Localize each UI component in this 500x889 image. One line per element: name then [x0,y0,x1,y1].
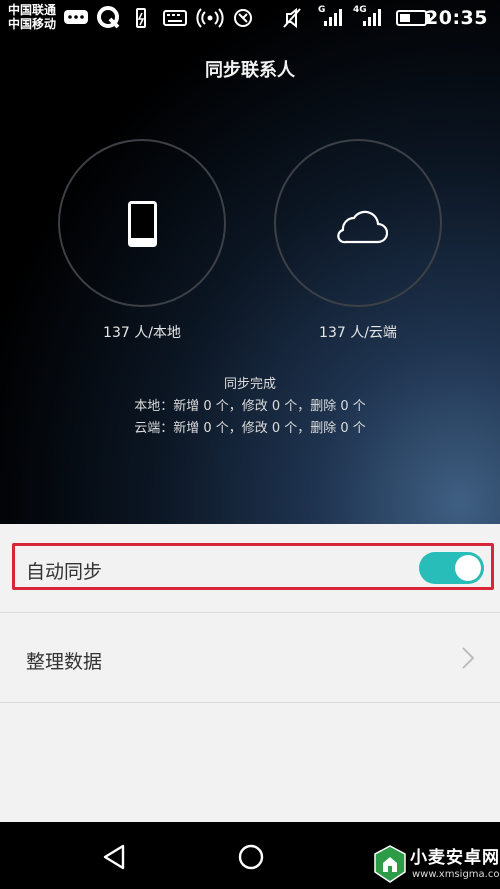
keyboard-icon [163,10,187,26]
local-contacts-circle [58,139,226,307]
chevron-right-icon [462,647,475,669]
row-divider [0,702,500,703]
watermark-title: 小麦安卓网 [410,848,500,868]
watermark: 小麦安卓网 www.xmsigma.com [372,842,500,886]
carrier-names: 中国联通 中国移动 [8,3,56,31]
sync-status-text: 同步完成 [223,377,276,392]
q-app-icon [97,6,120,29]
cloud-detail-text: 云端：新增 0 个，修改 0 个，删除 0 个 [134,421,366,436]
page-title: 同步联系人 [205,60,295,81]
signal-1-icon [324,9,342,26]
status-bar: 中国联通 中国移动 G 4G 20:35 [0,0,500,36]
nfc-icon [234,9,252,27]
organize-data-label: 整理数据 [26,651,103,673]
signal-2-icon [363,9,381,26]
organize-data-row[interactable]: 整理数据 [0,613,500,702]
back-triangle-icon[interactable] [102,844,126,870]
sync-header-area: 中国联通 中国移动 G 4G 20:35 同步联系人 137 人/本地 137 … [0,0,500,524]
cloud-contacts-circle [274,139,442,307]
battery-fill [400,14,410,22]
battery-saver-icon [136,8,146,28]
message-icon [64,10,88,24]
carrier-2: 中国移动 [8,17,57,31]
phone-icon [128,201,157,247]
cloud-count-label: 137 人/云端 [319,325,397,341]
auto-sync-toggle[interactable] [419,552,484,584]
local-detail-text: 本地：新增 0 个，修改 0 个，删除 0 个 [134,399,366,414]
mute-icon [283,7,301,29]
sync-status-block: 同步完成 本地：新增 0 个，修改 0 个，删除 0 个 云端：新增 0 个，修… [0,374,500,440]
watermark-logo-icon [374,845,406,883]
cloud-icon [337,210,388,244]
watermark-url: www.xmsigma.com [412,869,500,880]
toggle-knob [455,555,481,581]
home-circle-icon[interactable] [237,843,265,871]
carrier-1: 中国联通 [8,3,57,17]
local-count-label: 137 人/本地 [103,325,181,341]
hotspot-icon [196,8,224,28]
clock: 20:35 [425,7,488,29]
